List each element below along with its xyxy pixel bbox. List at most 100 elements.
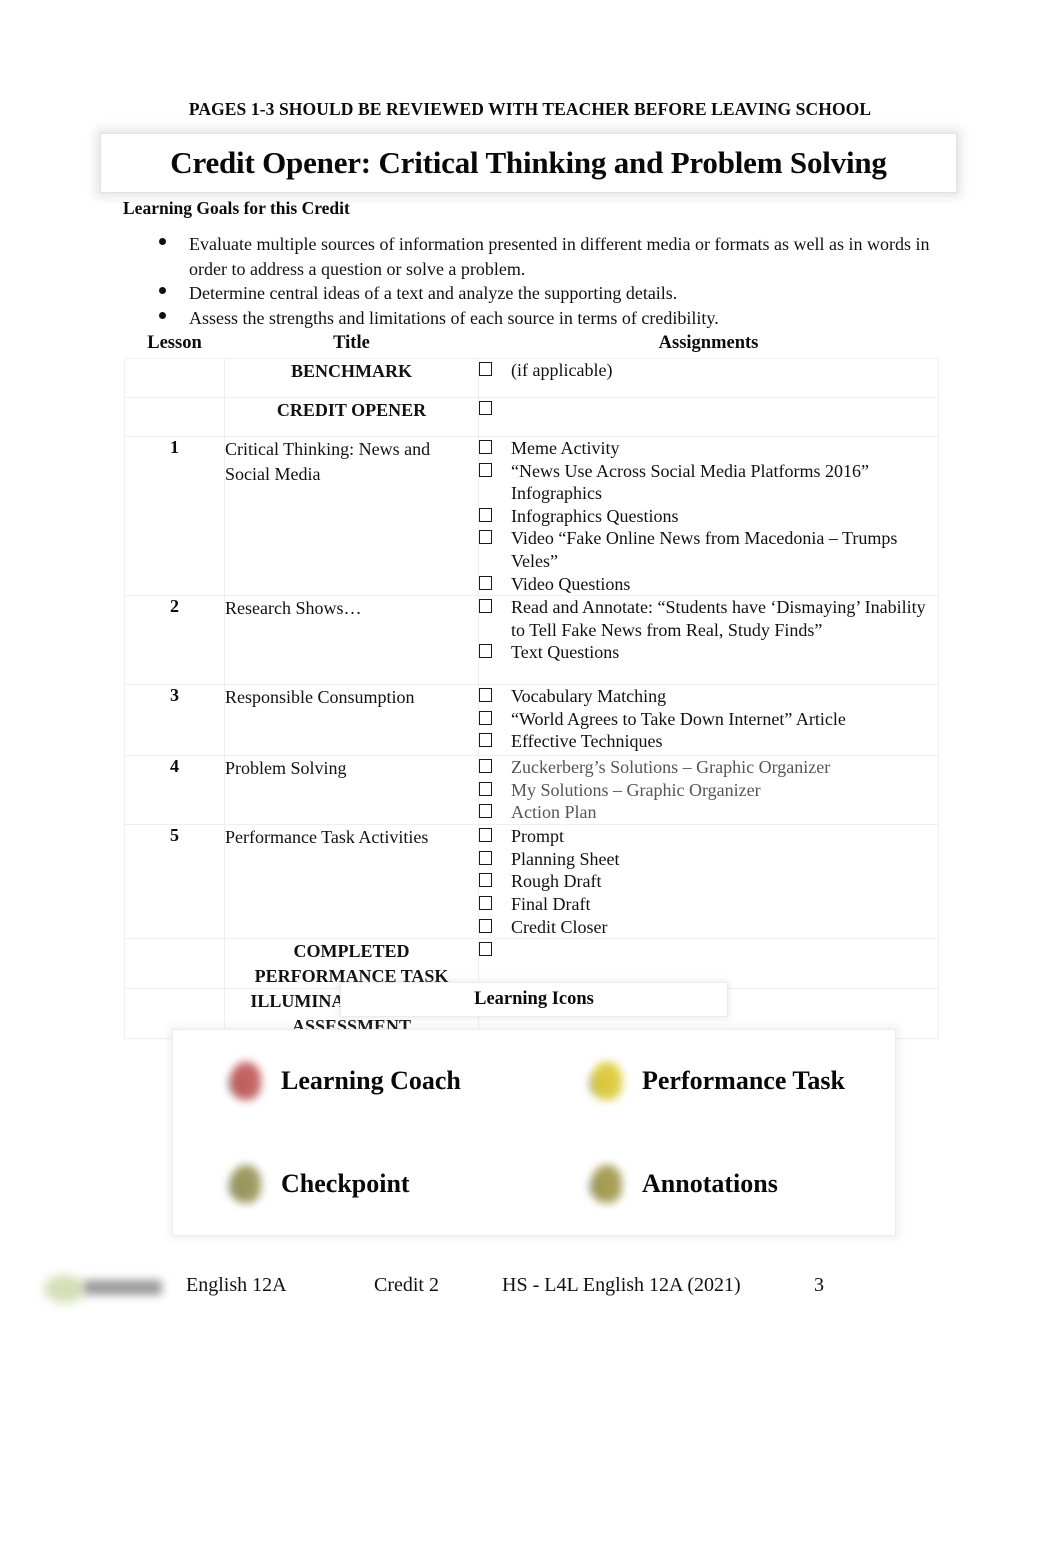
footer-credit: Credit 2 xyxy=(374,1274,439,1296)
checkbox-icon[interactable] xyxy=(479,530,492,545)
column-header-lesson: Lesson xyxy=(124,331,225,359)
checkbox-icon[interactable] xyxy=(479,759,492,774)
cell-lesson-title: Problem Solving xyxy=(224,755,479,826)
icon-blob xyxy=(231,1062,261,1101)
assignment-label: Effective Techniques xyxy=(511,731,663,752)
page-title: Credit Opener: Critical Thinking and Pro… xyxy=(170,145,887,180)
learning-icon-item: Performance Task xyxy=(534,1030,895,1133)
checkbox-icon[interactable] xyxy=(479,644,492,659)
cell-lesson-number: 5 xyxy=(124,824,225,940)
assignment-item[interactable]: Prompt xyxy=(479,825,938,848)
cell-lesson-number: 3 xyxy=(124,684,225,757)
learning-icons-heading: Learning Icons xyxy=(474,989,594,1009)
checkbox-icon[interactable] xyxy=(479,507,492,522)
learning-icon-label: Learning Coach xyxy=(281,1066,461,1096)
assignment-item[interactable]: Credit Closer xyxy=(479,916,938,939)
assignment-item[interactable]: Video “Fake Online News from Macedonia –… xyxy=(479,527,938,572)
learning-icon-label: Annotations xyxy=(642,1168,778,1198)
bullet-icon xyxy=(159,238,166,245)
assignment-item[interactable]: Infographics Questions xyxy=(479,505,938,528)
cell-assignments: Prompt Planning Sheet Rough Draft Final Dra… xyxy=(478,824,939,940)
table-header-row: Lesson Title Assignments xyxy=(124,331,939,359)
checkpoint-icon xyxy=(223,1159,269,1209)
assignment-label: (if applicable) xyxy=(511,360,613,380)
table-row: 1 Critical Thinking: News and Social Medi… xyxy=(124,435,939,597)
checkbox-icon[interactable] xyxy=(479,710,492,725)
assignment-label: Zuckerberg’s Solutions – Graphic Organiz… xyxy=(511,757,831,778)
footer-logo xyxy=(40,1272,168,1306)
checkbox-icon[interactable] xyxy=(479,804,492,819)
column-header-assignments: Assignments xyxy=(478,331,939,359)
checkbox-icon[interactable] xyxy=(479,688,492,703)
checkbox-icon[interactable] xyxy=(479,850,492,865)
checkbox-icon[interactable] xyxy=(479,895,492,910)
learning-icon-item: Learning Coach xyxy=(173,1030,534,1133)
cell-lesson-title: CREDIT OPENER xyxy=(224,397,479,437)
assignment-item[interactable]: Video Questions xyxy=(479,573,938,596)
cell-lesson-title: Performance Task Activities xyxy=(224,824,479,940)
checkbox-icon[interactable] xyxy=(479,599,492,614)
assignment-label: Final Draft xyxy=(511,893,591,914)
learning-goal-item: Assess the strengths and limitations of … xyxy=(123,306,943,331)
checkbox-icon[interactable] xyxy=(479,462,492,477)
cell-lesson-number: 1 xyxy=(124,435,225,597)
learning-icons-heading-box: Learning Icons xyxy=(340,982,728,1017)
table-row: 5 Performance Task Activities Prompt Planni… xyxy=(124,824,939,940)
assignment-item[interactable]: Read and Annotate: “Students have ‘Disma… xyxy=(479,596,938,641)
assignment-item[interactable]: Text Questions xyxy=(479,641,938,664)
annotations-icon xyxy=(584,1159,630,1209)
assignment-item[interactable]: Meme Activity xyxy=(479,437,938,460)
learning-goals-heading: Learning Goals for this Credit xyxy=(123,198,350,218)
assignment-label: “News Use Across Social Media Platforms … xyxy=(511,460,869,504)
review-notice: PAGES 1-3 SHOULD BE REVIEWED WITH TEACHE… xyxy=(188,99,872,119)
learning-coach-icon xyxy=(223,1056,269,1106)
cell-assignments xyxy=(478,397,939,437)
checkbox-icon[interactable] xyxy=(479,942,492,957)
checkbox-icon[interactable] xyxy=(479,781,492,796)
performance-task-icon xyxy=(584,1056,630,1106)
assignment-item[interactable]: Zuckerberg’s Solutions – Graphic Organiz… xyxy=(479,756,938,779)
checkbox-icon[interactable] xyxy=(479,918,492,933)
cell-assignments: Zuckerberg’s Solutions – Graphic Organiz… xyxy=(478,755,939,826)
cell-lesson-number: 2 xyxy=(124,595,225,686)
checkbox-icon[interactable] xyxy=(479,401,492,415)
assignment-checklist: (if applicable) xyxy=(479,359,938,382)
assignment-item[interactable]: Action Plan xyxy=(479,801,938,824)
assignment-label: Credit Closer xyxy=(511,916,608,937)
learning-goals-list: Evaluate multiple sources of information… xyxy=(123,232,943,330)
assignment-item[interactable]: “World Agrees to Take Down Internet” Art… xyxy=(479,708,938,731)
cell-lesson-number xyxy=(124,397,225,437)
credit-opener-table: Lesson Title Assignments BENCHMARK (if ap… xyxy=(124,331,939,1040)
assignment-item[interactable]: “News Use Across Social Media Platforms … xyxy=(479,460,938,505)
column-header-title: Title xyxy=(224,331,479,359)
assignment-item[interactable]: Vocabulary Matching xyxy=(479,685,938,708)
checkbox-icon[interactable] xyxy=(479,828,492,843)
table-row: 3 Responsible Consumption Vocabulary Match… xyxy=(124,684,939,757)
assignment-label: Read and Annotate: “Students have ‘Disma… xyxy=(511,597,926,640)
learning-goal-text: Determine central ideas of a text and an… xyxy=(189,283,678,303)
assignment-item[interactable]: Planning Sheet xyxy=(479,848,938,871)
assignment-label: Video Questions xyxy=(511,573,631,594)
assignment-label: Text Questions xyxy=(511,642,620,663)
document-page: PAGES 1-3 SHOULD BE REVIEWED WITH TEACHE… xyxy=(0,0,1062,1556)
assignment-item[interactable]: Final Draft xyxy=(479,893,938,916)
learning-icon-label: Performance Task xyxy=(642,1066,845,1096)
assignment-item[interactable]: (if applicable) xyxy=(479,359,938,382)
checkbox-icon[interactable] xyxy=(479,362,492,376)
assignment-checklist: Vocabulary Matching “World Agrees to Take… xyxy=(479,685,938,753)
cell-lesson-title: Research Shows… xyxy=(224,595,479,686)
cell-assignments: Read and Annotate: “Students have ‘Disma… xyxy=(478,595,939,686)
checkbox-icon[interactable] xyxy=(479,440,492,454)
checkbox-icon[interactable] xyxy=(479,873,492,888)
checkbox-icon[interactable] xyxy=(479,575,492,590)
assignment-item[interactable]: My Solutions – Graphic Organizer xyxy=(479,779,938,802)
table-row: BENCHMARK (if applicable) xyxy=(124,358,939,398)
learning-goal-item: Determine central ideas of a text and an… xyxy=(123,281,943,306)
table-row: 2 Research Shows… Read and Annotate: “Stud… xyxy=(124,595,939,686)
icon-blob xyxy=(231,1164,261,1203)
logo-leaf-icon xyxy=(44,1275,86,1303)
assignment-item[interactable]: Rough Draft xyxy=(479,870,938,893)
checkbox-icon[interactable] xyxy=(479,733,492,748)
assignment-item[interactable]: Effective Techniques xyxy=(479,730,938,753)
assignment-checklist: Zuckerberg’s Solutions – Graphic Organiz… xyxy=(479,756,938,824)
